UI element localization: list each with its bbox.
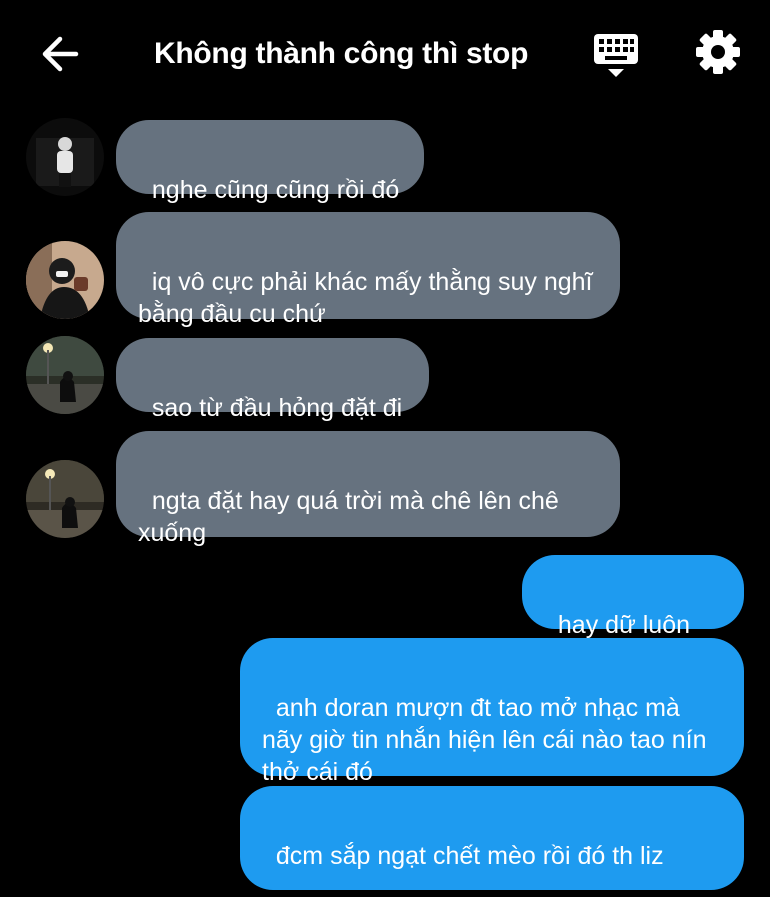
- message-bubble-incoming[interactable]: iq vô cực phải khác mấy thằng suy nghĩ b…: [116, 212, 620, 328]
- avatar-photo: [26, 241, 104, 319]
- chat-header: Không thành công thì stop: [0, 0, 770, 108]
- message-text: hay dữ luôn: [557, 611, 691, 639]
- message-bubble-outgoing[interactable]: hay dữ luôn: [522, 555, 744, 669]
- keyboard-hide-icon: [594, 34, 638, 77]
- back-button[interactable]: [40, 34, 80, 74]
- message-bubble-incoming[interactable]: nghe cũng cũng rồi đó: [116, 120, 424, 204]
- message-text: nghe cũng cũng rồi đó: [151, 176, 400, 204]
- message-text: đcm sắp ngạt chết mèo rồi đó th liz: [275, 842, 664, 870]
- message-text: iq vô cực phải khác mấy thằng suy nghĩ b…: [138, 268, 600, 328]
- message-bubble-incoming[interactable]: ngta đặt hay quá trời mà chê lên chê xuố…: [116, 431, 620, 547]
- message-bubble-outgoing[interactable]: đcm sắp ngạt chết mèo rồi đó th liz: [240, 786, 744, 890]
- arrow-left-icon: [42, 36, 79, 72]
- conversation-title: Không thành công thì stop: [154, 37, 529, 70]
- message-text: ngta đặt hay quá trời mà chê lên chê xuố…: [138, 487, 566, 547]
- settings-button[interactable]: [694, 28, 742, 76]
- message-text: sao từ đầu hỏng đặt đi: [151, 394, 403, 422]
- message-text: anh doran mượn đt tao mở nhạc mà nãy giờ…: [262, 694, 714, 786]
- avatar[interactable]: [26, 241, 104, 319]
- avatar[interactable]: [26, 118, 104, 196]
- avatar-photo: [26, 118, 104, 196]
- avatar[interactable]: [26, 336, 104, 414]
- message-bubble-incoming[interactable]: sao từ đầu hỏng đặt đi: [116, 338, 429, 422]
- avatar[interactable]: [26, 460, 104, 538]
- keyboard-toggle-button[interactable]: [592, 32, 640, 80]
- avatar-photo: [26, 336, 104, 414]
- avatar-photo: [26, 460, 104, 538]
- message-bubble-outgoing[interactable]: anh doran mượn đt tao mở nhạc mà nãy giờ…: [240, 638, 744, 786]
- gear-icon: [696, 30, 740, 74]
